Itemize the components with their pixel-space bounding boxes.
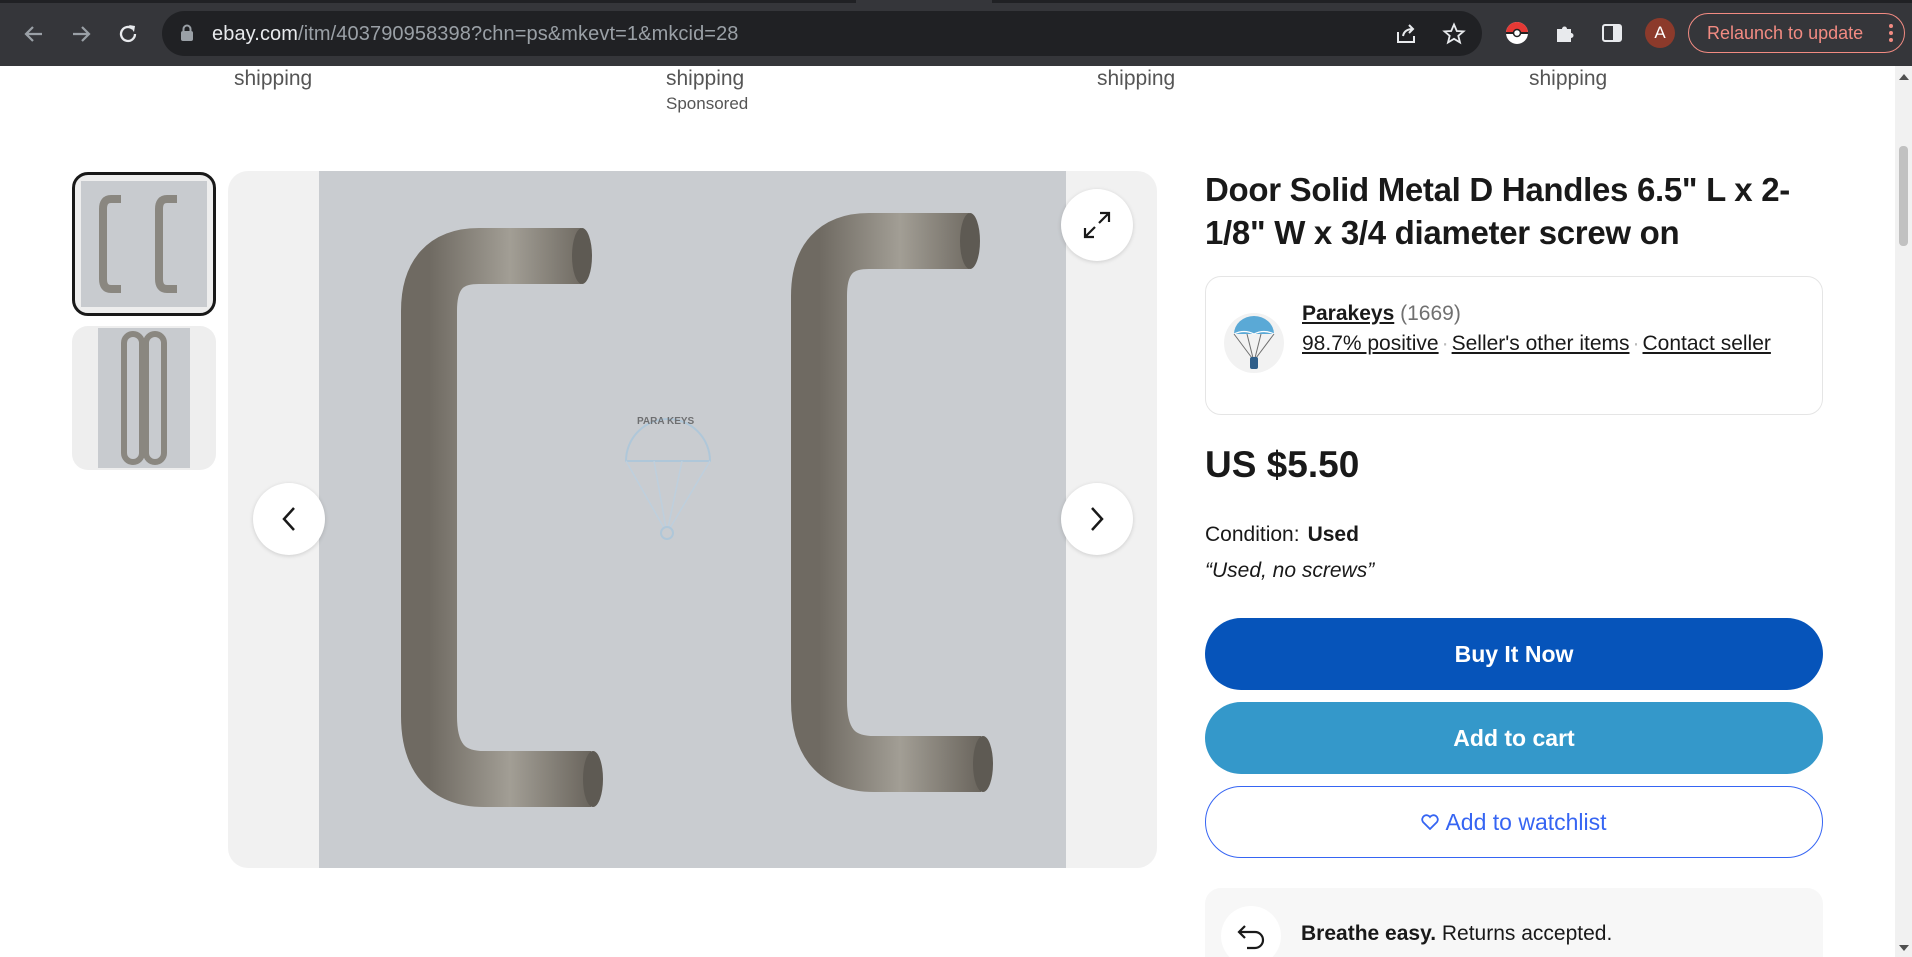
active-tab-indicator <box>856 0 992 3</box>
tab-strip <box>0 0 1912 3</box>
lock-icon[interactable] <box>180 24 194 47</box>
product-title: Door Solid Metal D Handles 6.5" L x 2-1/… <box>1205 171 1790 251</box>
price: US $5.50 <box>1205 444 1360 485</box>
condition-note: “Used, no screws” <box>1205 559 1375 582</box>
expand-icon <box>1083 211 1111 239</box>
next-image-button[interactable] <box>1061 483 1133 555</box>
thumbnail-1[interactable] <box>72 172 216 316</box>
svg-text:PARA KEYS: PARA KEYS <box>637 416 695 427</box>
back-icon[interactable] <box>16 16 52 52</box>
seller-name-link[interactable]: Parakeys <box>1302 302 1394 325</box>
browser-toolbar: ebay.com/itm/403790958398?chn=ps&mkevt=1… <box>0 0 1912 66</box>
positive-feedback-link[interactable]: 98.7% positive <box>1302 332 1439 355</box>
return-arrow-icon <box>1221 906 1281 957</box>
shipping-label: shipping <box>234 67 313 90</box>
shipping-label: shipping <box>666 67 745 90</box>
condition-label: Condition: <box>1205 523 1300 546</box>
feedback-count: (1669) <box>1400 302 1461 325</box>
forward-icon[interactable] <box>63 16 99 52</box>
url-text[interactable]: ebay.com/itm/403790958398?chn=ps&mkevt=1… <box>212 23 739 46</box>
add-to-cart-label: Add to cart <box>1453 724 1575 751</box>
scroll-down-arrow-icon[interactable] <box>1899 945 1909 951</box>
menu-dots-icon[interactable] <box>1888 22 1894 49</box>
scroll-up-arrow-icon[interactable] <box>1899 74 1909 80</box>
shipping-label: shipping <box>1529 67 1608 90</box>
seller-card: Parakeys (1669) 98.7% positive · Seller's … <box>1205 276 1823 415</box>
share-icon[interactable] <box>1394 22 1418 46</box>
previous-image-button[interactable] <box>253 483 325 555</box>
contact-seller-link[interactable]: Contact seller <box>1643 332 1771 355</box>
add-to-watchlist-button[interactable]: Add to watchlist <box>1205 786 1823 858</box>
bookmark-star-icon[interactable] <box>1442 22 1466 46</box>
condition-row: Condition: Used <box>1205 523 1359 547</box>
expand-image-button[interactable] <box>1061 189 1133 261</box>
relaunch-button[interactable]: Relaunch to update <box>1688 13 1905 53</box>
scrollbar-thumb[interactable] <box>1899 146 1908 246</box>
add-to-cart-button[interactable]: Add to cart <box>1205 702 1823 774</box>
address-bar[interactable]: ebay.com/itm/403790958398?chn=ps&mkevt=1… <box>162 11 1482 56</box>
separator-dot: · <box>1441 332 1449 355</box>
extensions-puzzle-icon[interactable] <box>1550 18 1580 48</box>
side-panel-icon[interactable] <box>1597 18 1627 48</box>
seller-logo[interactable] <box>1224 313 1284 373</box>
add-to-watchlist-label: Add to watchlist <box>1445 808 1607 835</box>
returns-bold-text: Breathe easy. <box>1301 922 1437 945</box>
buy-it-now-label: Buy It Now <box>1454 640 1574 667</box>
image-gallery: PARA KEYS <box>228 171 1157 868</box>
chevron-left-icon <box>282 507 295 531</box>
heart-icon <box>1421 814 1440 830</box>
returns-text: Breathe easy. Returns accepted. <box>1301 922 1612 946</box>
parachute-logo-icon <box>1233 316 1275 369</box>
profile-avatar[interactable]: A <box>1645 18 1675 48</box>
returns-rest-text: Returns accepted. <box>1436 922 1613 945</box>
thumbnail-image <box>98 328 190 468</box>
seller-info: Parakeys (1669) 98.7% positive · Seller's … <box>1302 299 1802 359</box>
relaunch-label: Relaunch to update <box>1707 22 1864 43</box>
sponsored-label: Sponsored <box>666 94 749 113</box>
thumbnail-2[interactable] <box>72 326 216 470</box>
buy-it-now-button[interactable]: Buy It Now <box>1205 618 1823 690</box>
separator-dot: · <box>1632 332 1640 355</box>
page-scrollbar[interactable] <box>1895 66 1912 957</box>
returns-banner: Breathe easy. Returns accepted. <box>1205 888 1823 957</box>
chevron-right-icon <box>1091 507 1104 531</box>
pokeball-extension-icon[interactable] <box>1502 18 1532 48</box>
thumbnail-image <box>81 181 207 307</box>
reload-icon[interactable] <box>110 16 146 52</box>
shipping-label: shipping <box>1097 67 1176 90</box>
condition-value: Used <box>1307 523 1359 546</box>
product-photo[interactable]: PARA KEYS <box>319 171 1066 868</box>
seller-other-items-link[interactable]: Seller's other items <box>1452 332 1630 355</box>
